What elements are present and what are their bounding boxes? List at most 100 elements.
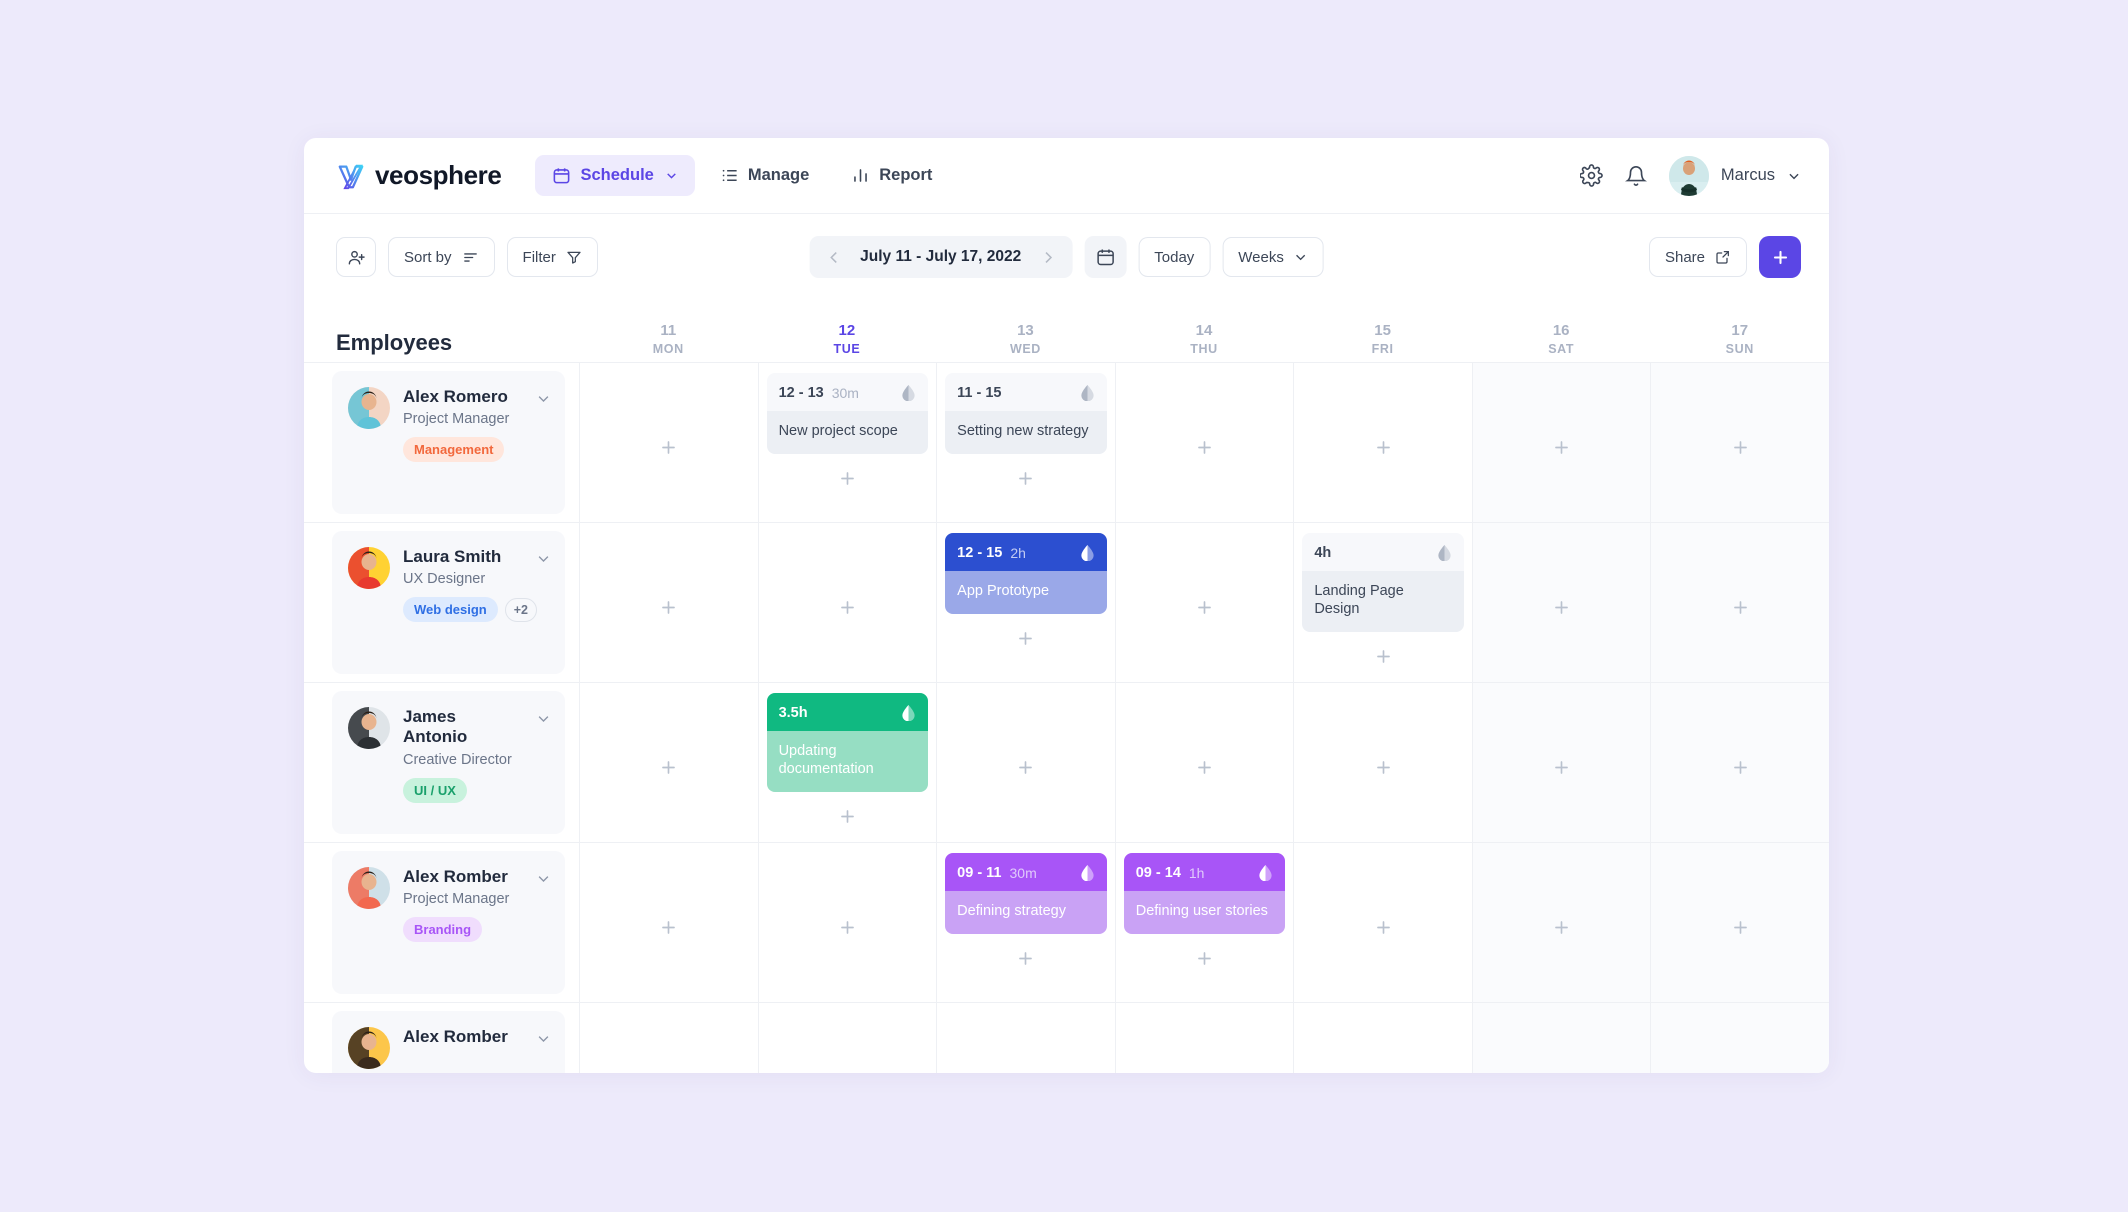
sort-by-button[interactable]: Sort by <box>388 237 495 277</box>
schedule-cell[interactable] <box>1471 683 1651 842</box>
add-shift-cell-button[interactable] <box>1124 533 1286 682</box>
chevron-down-icon[interactable] <box>536 551 551 571</box>
shift-card[interactable]: 4h Landing Page Design <box>1302 533 1464 633</box>
calendar-picker-button[interactable] <box>1084 236 1127 278</box>
schedule-cell[interactable]: 12 - 15 2h App Prototype <box>936 523 1115 682</box>
day-header-sat[interactable]: 16 SAT <box>1472 300 1651 362</box>
user-menu[interactable]: Marcus <box>1668 155 1801 196</box>
add-shift-cell-button[interactable] <box>588 853 750 1002</box>
bell-icon[interactable] <box>1624 165 1647 187</box>
add-shift-cell-button[interactable] <box>1124 934 1286 982</box>
schedule-cell[interactable] <box>1114 1003 1294 1073</box>
add-shift-cell-button[interactable] <box>1302 1013 1464 1073</box>
day-header-sun[interactable]: 17 SUN <box>1650 300 1829 362</box>
nav-item-report[interactable]: Report <box>834 155 949 196</box>
schedule-cell[interactable]: 12 - 13 30m New project scope <box>757 363 937 522</box>
schedule-cell[interactable] <box>936 1003 1115 1073</box>
add-shift-cell-button[interactable] <box>1124 1013 1286 1073</box>
add-shift-cell-button[interactable] <box>945 1013 1107 1073</box>
add-shift-cell-button[interactable] <box>1659 373 1821 522</box>
add-shift-cell-button[interactable] <box>1481 693 1643 842</box>
add-shift-cell-button[interactable] <box>945 934 1107 982</box>
day-header-fri[interactable]: 15 FRI <box>1293 300 1472 362</box>
add-shift-cell-button[interactable] <box>945 693 1107 842</box>
prev-week-button[interactable] <box>825 249 842 266</box>
add-shift-cell-button[interactable] <box>767 853 929 1002</box>
add-shift-cell-button[interactable] <box>1302 853 1464 1002</box>
add-shift-cell-button[interactable] <box>1481 1013 1643 1073</box>
add-shift-cell-button[interactable] <box>767 1013 929 1073</box>
schedule-cell[interactable] <box>579 363 758 522</box>
schedule-cell[interactable] <box>757 523 937 682</box>
schedule-cell[interactable] <box>1471 523 1651 682</box>
schedule-cell[interactable] <box>1293 1003 1472 1073</box>
schedule-cell[interactable] <box>1471 843 1651 1002</box>
day-header-mon[interactable]: 11 MON <box>579 300 758 362</box>
employee-tag[interactable]: UI / UX <box>403 777 467 803</box>
add-shift-cell-button[interactable] <box>1481 533 1643 682</box>
schedule-cell[interactable] <box>1650 843 1829 1002</box>
add-shift-cell-button[interactable] <box>1302 693 1464 842</box>
add-shift-cell-button[interactable] <box>1659 1013 1821 1073</box>
schedule-cell[interactable] <box>757 1003 937 1073</box>
schedule-cell[interactable] <box>1471 1003 1651 1073</box>
day-header-tue[interactable]: 12 TUE <box>758 300 937 362</box>
schedule-cell[interactable] <box>1114 523 1294 682</box>
gear-icon[interactable] <box>1579 164 1603 187</box>
schedule-cell[interactable] <box>1293 683 1472 842</box>
next-week-button[interactable] <box>1039 249 1056 266</box>
schedule-cell[interactable] <box>579 523 758 682</box>
schedule-cell[interactable] <box>1471 363 1651 522</box>
employee-card[interactable]: Alex Romber <box>332 1011 565 1073</box>
employee-tag[interactable]: Management <box>403 437 505 463</box>
day-header-wed[interactable]: 13 WED <box>936 300 1115 362</box>
day-header-thu[interactable]: 14 THU <box>1115 300 1294 362</box>
add-shift-cell-button[interactable] <box>588 533 750 682</box>
schedule-cell[interactable]: 3.5h Updating documentation <box>757 683 937 842</box>
schedule-cell[interactable] <box>1650 683 1829 842</box>
add-shift-cell-button[interactable] <box>588 373 750 522</box>
schedule-cell[interactable]: 11 - 15 Setting new strategy <box>936 363 1115 522</box>
add-shift-button[interactable] <box>1759 236 1801 278</box>
schedule-cell[interactable] <box>579 843 758 1002</box>
add-shift-cell-button[interactable] <box>767 792 929 840</box>
add-shift-cell-button[interactable] <box>945 454 1107 502</box>
add-person-button[interactable] <box>336 237 376 277</box>
nav-item-schedule[interactable]: Schedule <box>535 155 695 196</box>
shift-card[interactable]: 12 - 15 2h App Prototype <box>945 533 1107 615</box>
add-shift-cell-button[interactable] <box>1124 693 1286 842</box>
add-shift-cell-button[interactable] <box>1659 693 1821 842</box>
add-shift-cell-button[interactable] <box>588 1013 750 1073</box>
chevron-down-icon[interactable] <box>536 391 551 411</box>
schedule-cell[interactable] <box>1293 843 1472 1002</box>
shift-card[interactable]: 11 - 15 Setting new strategy <box>945 373 1107 455</box>
employee-card[interactable]: Laura Smith UX Designer Web design +2 <box>332 531 565 674</box>
view-mode-select[interactable]: Weeks <box>1222 237 1324 277</box>
shift-card[interactable]: 09 - 14 1h Defining user stories <box>1123 853 1286 935</box>
schedule-cell[interactable] <box>1650 363 1829 522</box>
shift-card[interactable]: 12 - 13 30m New project scope <box>766 373 929 455</box>
add-shift-cell-button[interactable] <box>1659 533 1821 682</box>
chevron-down-icon[interactable] <box>536 711 551 731</box>
add-shift-cell-button[interactable] <box>767 454 929 502</box>
add-shift-cell-button[interactable] <box>1124 373 1286 522</box>
schedule-cell[interactable] <box>1114 683 1294 842</box>
share-button[interactable]: Share <box>1648 237 1747 277</box>
add-shift-cell-button[interactable] <box>767 533 929 682</box>
filter-button[interactable]: Filter <box>506 237 598 277</box>
nav-item-manage[interactable]: Manage <box>703 155 826 196</box>
logo[interactable]: veosphere <box>336 160 502 191</box>
schedule-cell[interactable] <box>936 683 1115 842</box>
schedule-cell[interactable] <box>1650 1003 1829 1073</box>
employee-card[interactable]: James Antonio Creative Director UI / UX <box>332 691 565 834</box>
schedule-cell[interactable] <box>579 1003 758 1073</box>
add-shift-cell-button[interactable] <box>588 693 750 842</box>
add-shift-cell-button[interactable] <box>1481 853 1643 1002</box>
add-shift-cell-button[interactable] <box>1302 632 1464 680</box>
add-shift-cell-button[interactable] <box>1481 373 1643 522</box>
employee-tag[interactable]: Branding <box>403 917 483 943</box>
schedule-cell[interactable]: 4h Landing Page Design <box>1293 523 1472 682</box>
shift-card[interactable]: 09 - 11 30m Defining strategy <box>945 853 1107 935</box>
employee-tag-more[interactable]: +2 <box>504 597 537 622</box>
schedule-cell[interactable]: 09 - 14 1h Defining user stories <box>1114 843 1294 1002</box>
